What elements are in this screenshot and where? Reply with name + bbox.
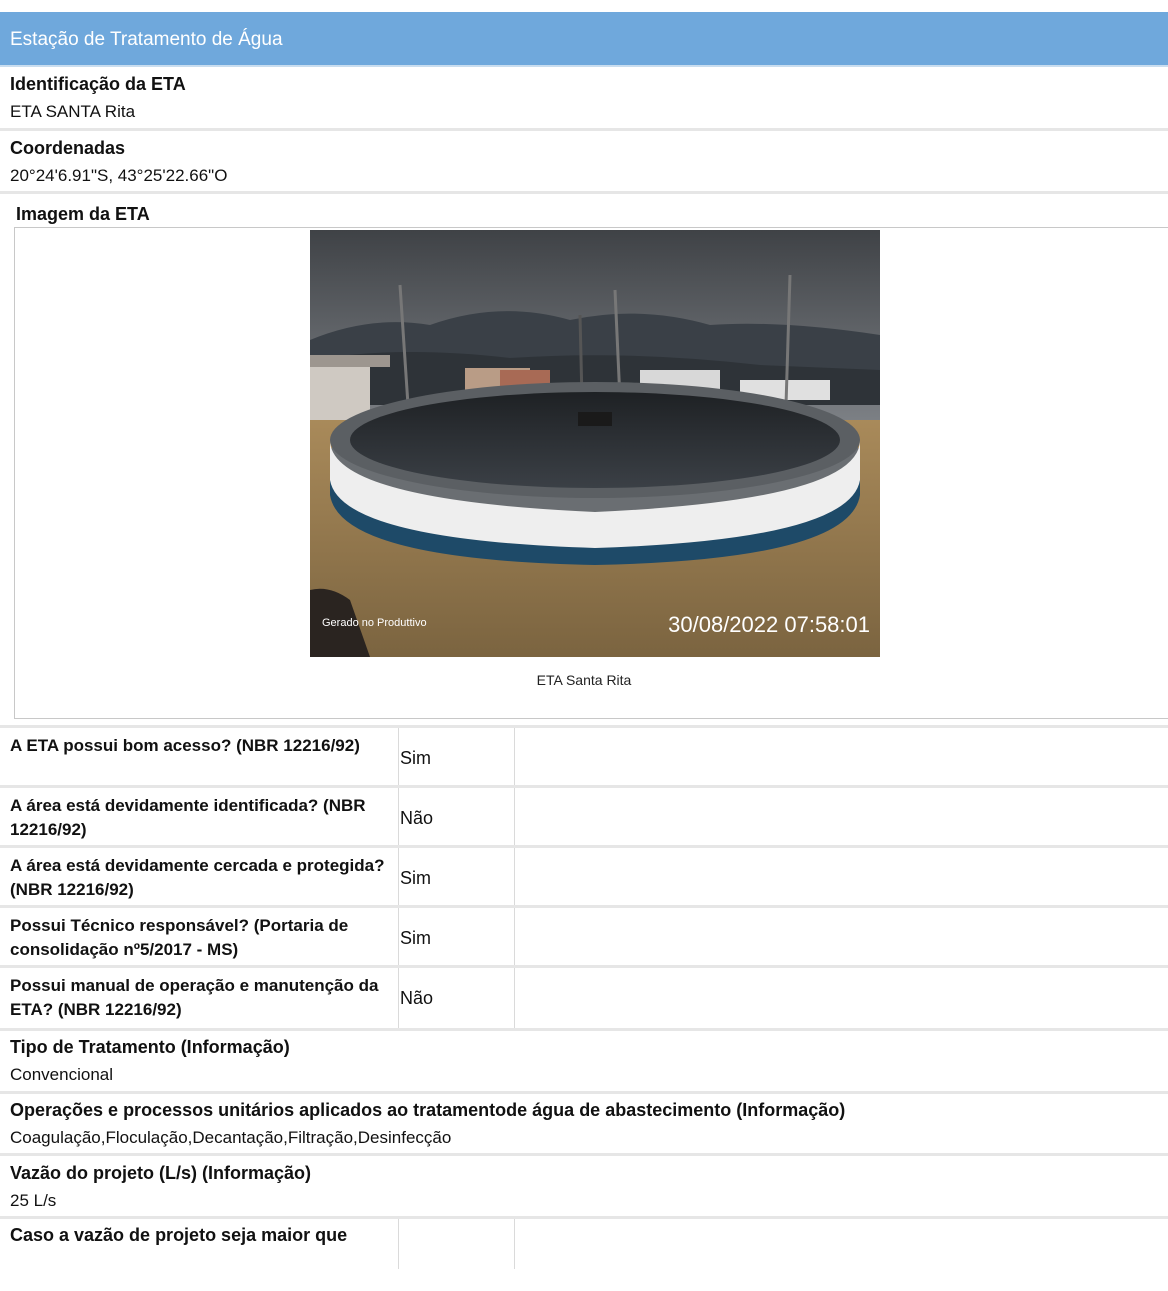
checklist-answer: Sim [400, 748, 431, 768]
operacoes-label: Operações e processos unitários aplicado… [10, 1100, 846, 1120]
column-divider [514, 1219, 515, 1269]
divider [0, 1153, 1168, 1156]
column-divider [514, 968, 515, 1028]
column-divider [514, 728, 515, 788]
checklist-row: Possui manual de operação e manutenção d… [0, 968, 1168, 1028]
checklist-question: A área está devidamente cercada e proteg… [10, 856, 385, 899]
checklist-row: A área está devidamente identificada? (N… [0, 788, 1168, 848]
vazao-label: Vazão do projeto (L/s) (Informação) [10, 1163, 312, 1183]
checklist-answer: Sim [400, 928, 431, 948]
checklist-question: A área está devidamente identificada? (N… [10, 796, 366, 839]
checklist-question: A ETA possui bom acesso? (NBR 12216/92) [10, 736, 360, 755]
operacoes-block: Operações e processos unitários aplicado… [0, 1094, 1168, 1152]
vazao-value: 25 L/s [10, 1191, 57, 1210]
photo-timestamp: 30/08/2022 07:58:01 [668, 612, 870, 637]
checklist-row: A área está devidamente cercada e proteg… [0, 848, 1168, 908]
photo-watermark: Gerado no Produttivo [322, 617, 427, 629]
tipo-tratamento-label: Tipo de Tratamento (Informação) [10, 1037, 290, 1057]
partial-question-text: Caso a vazão de projeto seja maior que [10, 1225, 348, 1245]
column-divider [398, 788, 399, 848]
checklist-row: Possui Técnico responsável? (Portaria de… [0, 908, 1168, 968]
column-divider [398, 1219, 399, 1269]
imagem-label-block: Imagem da ETA [0, 196, 1168, 226]
coordenadas-value: 20°24'6.91"S, 43°25'22.66"O [10, 166, 228, 185]
identificacao-label: Identificação da ETA [10, 74, 186, 94]
column-divider [514, 788, 515, 848]
tipo-tratamento-value: Convencional [10, 1065, 114, 1084]
checklist-answer: Sim [400, 868, 431, 888]
imagem-label: Imagem da ETA [16, 204, 150, 224]
partial-question-row: Caso a vazão de projeto seja maior que [0, 1219, 1168, 1291]
checklist-row: A ETA possui bom acesso? (NBR 12216/92) S… [0, 728, 1168, 788]
column-divider [514, 848, 515, 908]
checklist-answer: Não [400, 808, 434, 828]
checklist-answer: Não [400, 988, 434, 1008]
identificacao-block: Identificação da ETA ETA SANTA Rita [0, 68, 1168, 128]
section-header: Estação de Tratamento de Água [0, 12, 1168, 67]
column-divider [514, 908, 515, 968]
divider [0, 128, 1168, 131]
eta-photo: Gerado no Produttivo 30/08/2022 07:58:01 [310, 230, 880, 657]
section-title: Estação de Tratamento de Água [10, 29, 283, 50]
operacoes-value: Coagulação,Floculação,Decantação,Filtraç… [10, 1128, 452, 1147]
column-divider [398, 848, 399, 908]
divider [0, 191, 1168, 194]
column-divider [398, 968, 399, 1028]
image-caption: ETA Santa Rita [536, 672, 632, 688]
eta-photo-graphic: Gerado no Produttivo 30/08/2022 07:58:01 [310, 230, 880, 657]
tipo-tratamento-block: Tipo de Tratamento (Informação) Convenci… [0, 1031, 1168, 1091]
vazao-block: Vazão do projeto (L/s) (Informação) 25 L… [0, 1157, 1168, 1215]
column-divider [398, 908, 399, 968]
coordenadas-label: Coordenadas [10, 138, 126, 158]
identificacao-value: ETA SANTA Rita [10, 102, 136, 121]
checklist-question: Possui manual de operação e manutenção d… [10, 976, 379, 1019]
checklist-question: Possui Técnico responsável? (Portaria de… [10, 916, 349, 959]
coordenadas-block: Coordenadas 20°24'6.91"S, 43°25'22.66"O [0, 132, 1168, 190]
column-divider [398, 728, 399, 788]
